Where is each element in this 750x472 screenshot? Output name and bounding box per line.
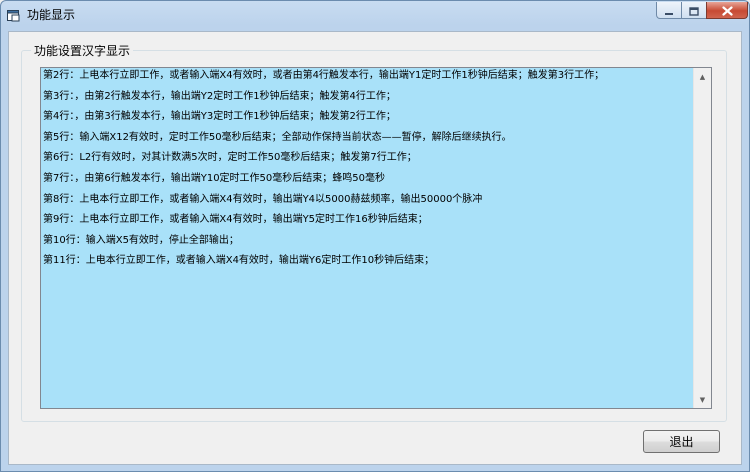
text-line: 第8行：上电本行立即工作，或者输入端X4有效时，输出端Y4以5000赫兹频率，输… xyxy=(43,193,483,205)
function-text-area[interactable]: 第2行：上电本行立即工作，或者输入端X4有效时，或者由第4行触发本行，输出端Y1… xyxy=(40,67,712,409)
minimize-icon xyxy=(664,1,674,20)
maximize-button[interactable] xyxy=(681,2,707,19)
text-line: 第9行：上电本行立即工作，或者输入端X4有效时，输出端Y5定时工作16秒钟后结束… xyxy=(43,214,428,226)
exit-button[interactable]: 退出 xyxy=(643,430,720,453)
group-label: 功能设置汉字显示 xyxy=(31,42,134,59)
vertical-scrollbar[interactable]: ▲ ▼ xyxy=(693,68,711,408)
text-lines: 第2行：上电本行立即工作，或者输入端X4有效时，或者由第4行触发本行，输出端Y1… xyxy=(43,69,695,275)
maximize-icon xyxy=(689,1,699,20)
text-line: 第6行：L2行有效时，对其计数满5次时，定时工作50毫秒后结束；触发第7行工作； xyxy=(43,152,417,164)
text-line: 第5行：输入端X12有效时，定时工作50毫秒后结束；全部动作保持当前状态——暂停… xyxy=(43,131,512,143)
scroll-up-arrow-icon[interactable]: ▲ xyxy=(694,68,711,85)
scroll-down-arrow-icon[interactable]: ▼ xyxy=(694,391,711,408)
close-icon xyxy=(721,1,733,20)
minimize-button[interactable] xyxy=(656,2,682,19)
window-title: 功能显示 xyxy=(27,8,76,22)
text-line: 第2行：上电本行立即工作，或者输入端X4有效时，或者由第4行触发本行，输出端Y1… xyxy=(43,70,605,81)
title-bar[interactable]: 功能显示 xyxy=(1,1,749,27)
window-app-icon[interactable] xyxy=(7,7,20,22)
text-line: 第3行：，由第2行触发本行，输出端Y2定时工作1秒钟后结束；触发第4行工作； xyxy=(43,90,396,102)
text-line: 第11行：上电本行立即工作，或者输入端X4有效时，输出端Y6定时工作10秒钟后结… xyxy=(43,255,435,267)
text-line: 第7行：，由第6行触发本行，输出端Y10定时工作50毫秒后结束；蜂鸣50毫秒 xyxy=(43,172,386,184)
text-line: 第4行：，由第3行触发本行，输出端Y3定时工作1秒钟后结束；触发第2行工作； xyxy=(43,111,396,123)
close-button[interactable] xyxy=(706,2,748,19)
text-line: 第10行：输入端X5有效时，停止全部输出； xyxy=(43,234,239,246)
